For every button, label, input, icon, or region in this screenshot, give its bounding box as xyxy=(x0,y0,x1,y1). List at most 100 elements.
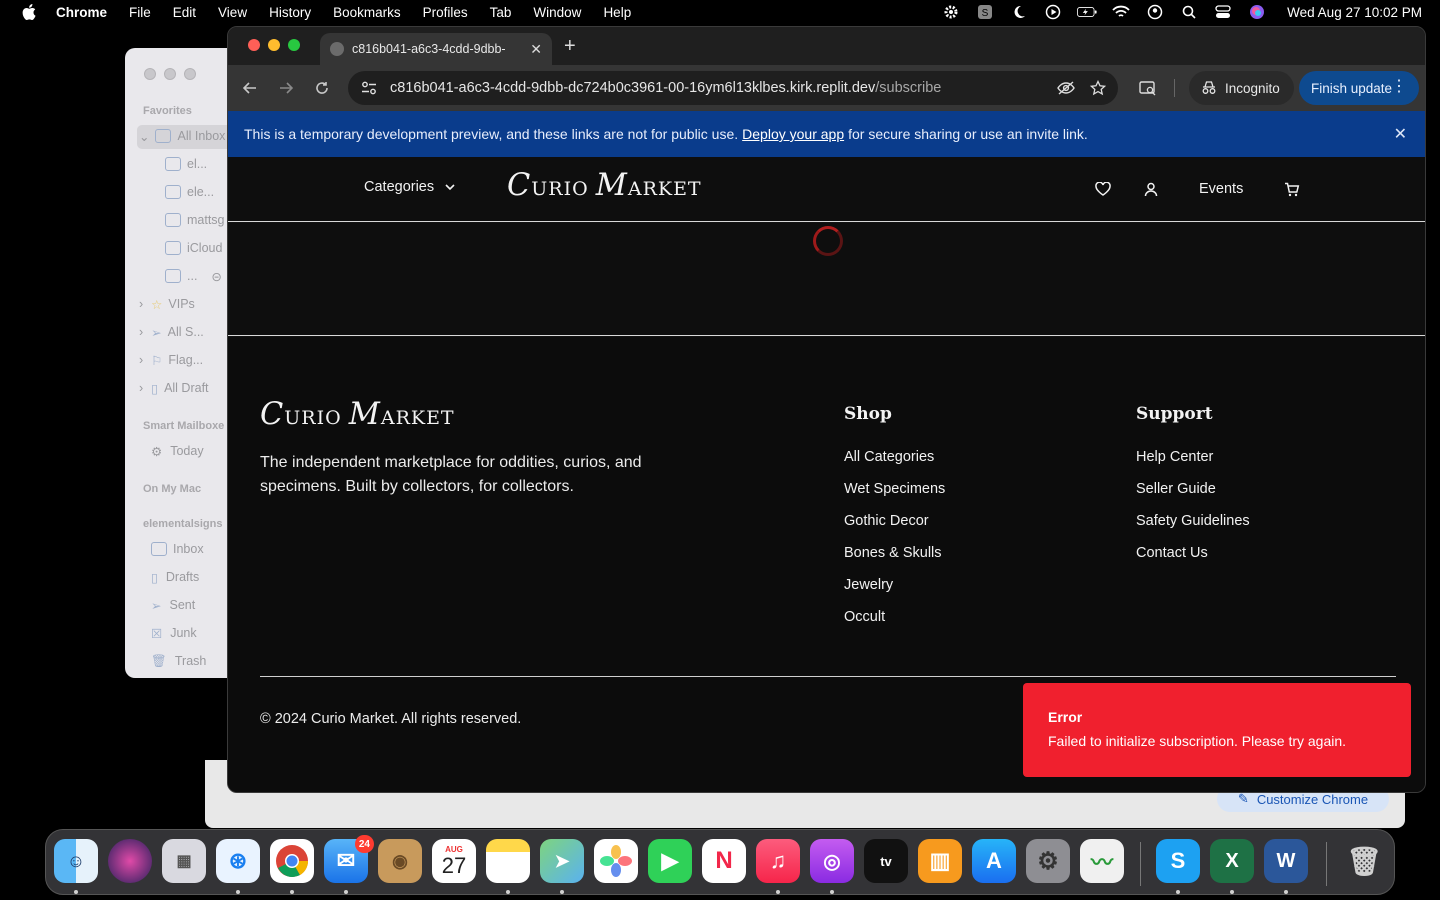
wifi-icon[interactable] xyxy=(1111,4,1131,20)
photos-icon[interactable] xyxy=(594,839,638,883)
calendar-icon[interactable]: AUG 27 xyxy=(432,839,476,883)
mail-vips[interactable]: › ☆ VIPs xyxy=(139,293,195,315)
user-account-icon[interactable] xyxy=(1145,4,1165,20)
footer-link-gothic-decor[interactable]: Gothic Decor xyxy=(844,513,929,529)
siri-icon[interactable] xyxy=(1247,4,1267,20)
trash-icon[interactable]: 🗑 xyxy=(1342,839,1386,883)
music-icon[interactable]: ♫ xyxy=(756,839,800,883)
books-icon[interactable]: ▥ xyxy=(918,839,962,883)
close-window-button[interactable] xyxy=(248,39,260,51)
footer-link-all-categories[interactable]: All Categories xyxy=(844,449,934,465)
maps-icon[interactable]: ➤ xyxy=(540,839,584,883)
activity-monitor-icon[interactable]: 〰 xyxy=(1080,839,1124,883)
menu-view[interactable]: View xyxy=(218,5,247,20)
mail-account-1[interactable]: el... xyxy=(165,153,207,175)
menu-clock[interactable]: Wed Aug 27 10:02 PM xyxy=(1287,5,1422,20)
menu-history[interactable]: History xyxy=(269,5,311,20)
skype-icon[interactable]: S xyxy=(1156,839,1200,883)
mail-app-icon[interactable]: ✉ 24 xyxy=(324,835,374,883)
menu-bar: Chrome File Edit View History Bookmarks … xyxy=(0,0,1440,24)
mail-all-drafts[interactable]: › ▯ All Draft xyxy=(139,377,209,399)
control-center-icon[interactable] xyxy=(1213,4,1233,20)
cart-icon[interactable] xyxy=(1282,179,1302,199)
deploy-app-link[interactable]: Deploy your app xyxy=(742,126,844,142)
mail-account-2[interactable]: ele... xyxy=(165,181,214,203)
footer-link-safety-guidelines[interactable]: Safety Guidelines xyxy=(1136,513,1250,529)
facetime-icon[interactable]: ▶ xyxy=(648,839,692,883)
menu-app-name[interactable]: Chrome xyxy=(56,5,107,20)
categories-dropdown[interactable]: Categories xyxy=(364,179,456,195)
user-icon[interactable] xyxy=(1141,179,1161,199)
skype-status-icon[interactable]: S xyxy=(975,4,995,20)
footer-link-seller-guide[interactable]: Seller Guide xyxy=(1136,481,1216,497)
finish-update-button[interactable]: Finish update ⋮ xyxy=(1299,71,1419,105)
heart-icon[interactable] xyxy=(1093,179,1113,199)
footer-link-contact-us[interactable]: Contact Us xyxy=(1136,545,1208,561)
mail-folder-inbox[interactable]: Inbox xyxy=(151,538,204,560)
news-icon[interactable]: N xyxy=(702,839,746,883)
menu-window[interactable]: Window xyxy=(533,5,581,20)
system-settings-icon[interactable]: ⚙ xyxy=(1026,839,1070,883)
incognito-indicator[interactable]: Incognito xyxy=(1189,71,1294,105)
footer-link-bones-skulls[interactable]: Bones & Skulls xyxy=(844,545,942,561)
moon-icon[interactable] xyxy=(1009,4,1029,20)
mail-folder-sent[interactable]: ➢ Sent xyxy=(151,594,195,616)
close-tab-icon[interactable]: ✕ xyxy=(530,41,542,58)
site-logo[interactable]: CURIO MARKET xyxy=(507,168,702,203)
menu-bookmarks[interactable]: Bookmarks xyxy=(333,5,401,20)
menu-edit[interactable]: Edit xyxy=(173,5,196,20)
gear-status-icon[interactable] xyxy=(941,4,961,20)
mail-all-inboxes[interactable]: ⌄ All Inbox xyxy=(139,125,225,147)
footer-link-jewelry[interactable]: Jewelry xyxy=(844,577,893,593)
safari-icon[interactable]: ⊛ xyxy=(216,839,260,883)
mail-folder-drafts[interactable]: ▯ Drafts xyxy=(151,566,199,588)
menu-help[interactable]: Help xyxy=(603,5,631,20)
mail-flagged[interactable]: › ⚐ Flag... xyxy=(139,349,203,371)
apple-tv-icon[interactable]: tv xyxy=(864,839,908,883)
chrome-app-icon[interactable] xyxy=(270,839,314,883)
new-tab-button[interactable]: + xyxy=(564,35,576,58)
back-button[interactable] xyxy=(240,78,260,98)
footer-link-wet-specimens[interactable]: Wet Specimens xyxy=(844,481,945,497)
finder-icon[interactable]: ☺ xyxy=(54,839,98,883)
word-icon[interactable]: W xyxy=(1264,839,1308,883)
footer-link-occult[interactable]: Occult xyxy=(844,609,885,625)
mail-account-4[interactable]: iCloud xyxy=(165,237,222,259)
notes-icon[interactable] xyxy=(486,839,530,883)
forward-button[interactable] xyxy=(276,78,296,98)
more-menu-icon[interactable]: ⋮ xyxy=(1391,79,1407,95)
battery-icon[interactable] xyxy=(1077,4,1097,20)
events-link[interactable]: Events xyxy=(1199,181,1243,197)
mail-today[interactable]: ⚙ Today xyxy=(151,440,204,462)
launchpad-icon[interactable]: ▦ xyxy=(162,839,206,883)
active-tab[interactable]: c816b041-a6c3-4cdd-9dbb- ✕ xyxy=(320,33,552,65)
app-store-icon[interactable]: A xyxy=(972,839,1016,883)
eye-off-icon[interactable] xyxy=(1056,79,1076,97)
reload-button[interactable] xyxy=(312,78,332,98)
menu-tab[interactable]: Tab xyxy=(490,5,512,20)
play-circle-icon[interactable] xyxy=(1043,4,1063,20)
close-banner-icon[interactable]: ✕ xyxy=(1394,124,1407,144)
tab-search-icon[interactable] xyxy=(1138,78,1158,98)
excel-icon[interactable]: X xyxy=(1210,839,1254,883)
footer-link-help-center[interactable]: Help Center xyxy=(1136,449,1213,465)
spotlight-search-icon[interactable] xyxy=(1179,4,1199,20)
siri-app-icon[interactable] xyxy=(108,839,152,883)
podcasts-icon[interactable]: ◎ xyxy=(810,839,854,883)
zoom-window-button[interactable] xyxy=(288,39,300,51)
contacts-icon[interactable]: ◉ xyxy=(378,839,422,883)
mail-folder-junk[interactable]: ☒ Junk xyxy=(151,622,197,644)
bookmark-star-icon[interactable] xyxy=(1088,79,1108,97)
mail-account-3[interactable]: mattsg xyxy=(165,209,225,231)
menu-file[interactable]: File xyxy=(129,5,151,20)
address-bar[interactable]: c816b041-a6c3-4cdd-9dbb-dc724b0c3961-00-… xyxy=(348,71,1118,105)
menu-profiles[interactable]: Profiles xyxy=(423,5,468,20)
pencil-icon: ✎ xyxy=(1237,791,1249,806)
mail-folder-trash[interactable]: 🗑 Trash xyxy=(151,650,206,672)
mail-account-5[interactable]: ... ⊝ xyxy=(165,265,222,287)
site-settings-icon[interactable] xyxy=(358,81,380,95)
minimize-window-button[interactable] xyxy=(268,39,280,51)
apple-menu-icon[interactable] xyxy=(18,4,40,20)
error-toast[interactable]: Error Failed to initialize subscription.… xyxy=(1023,683,1411,777)
mail-all-sent[interactable]: › ➢ All S... xyxy=(139,321,204,343)
